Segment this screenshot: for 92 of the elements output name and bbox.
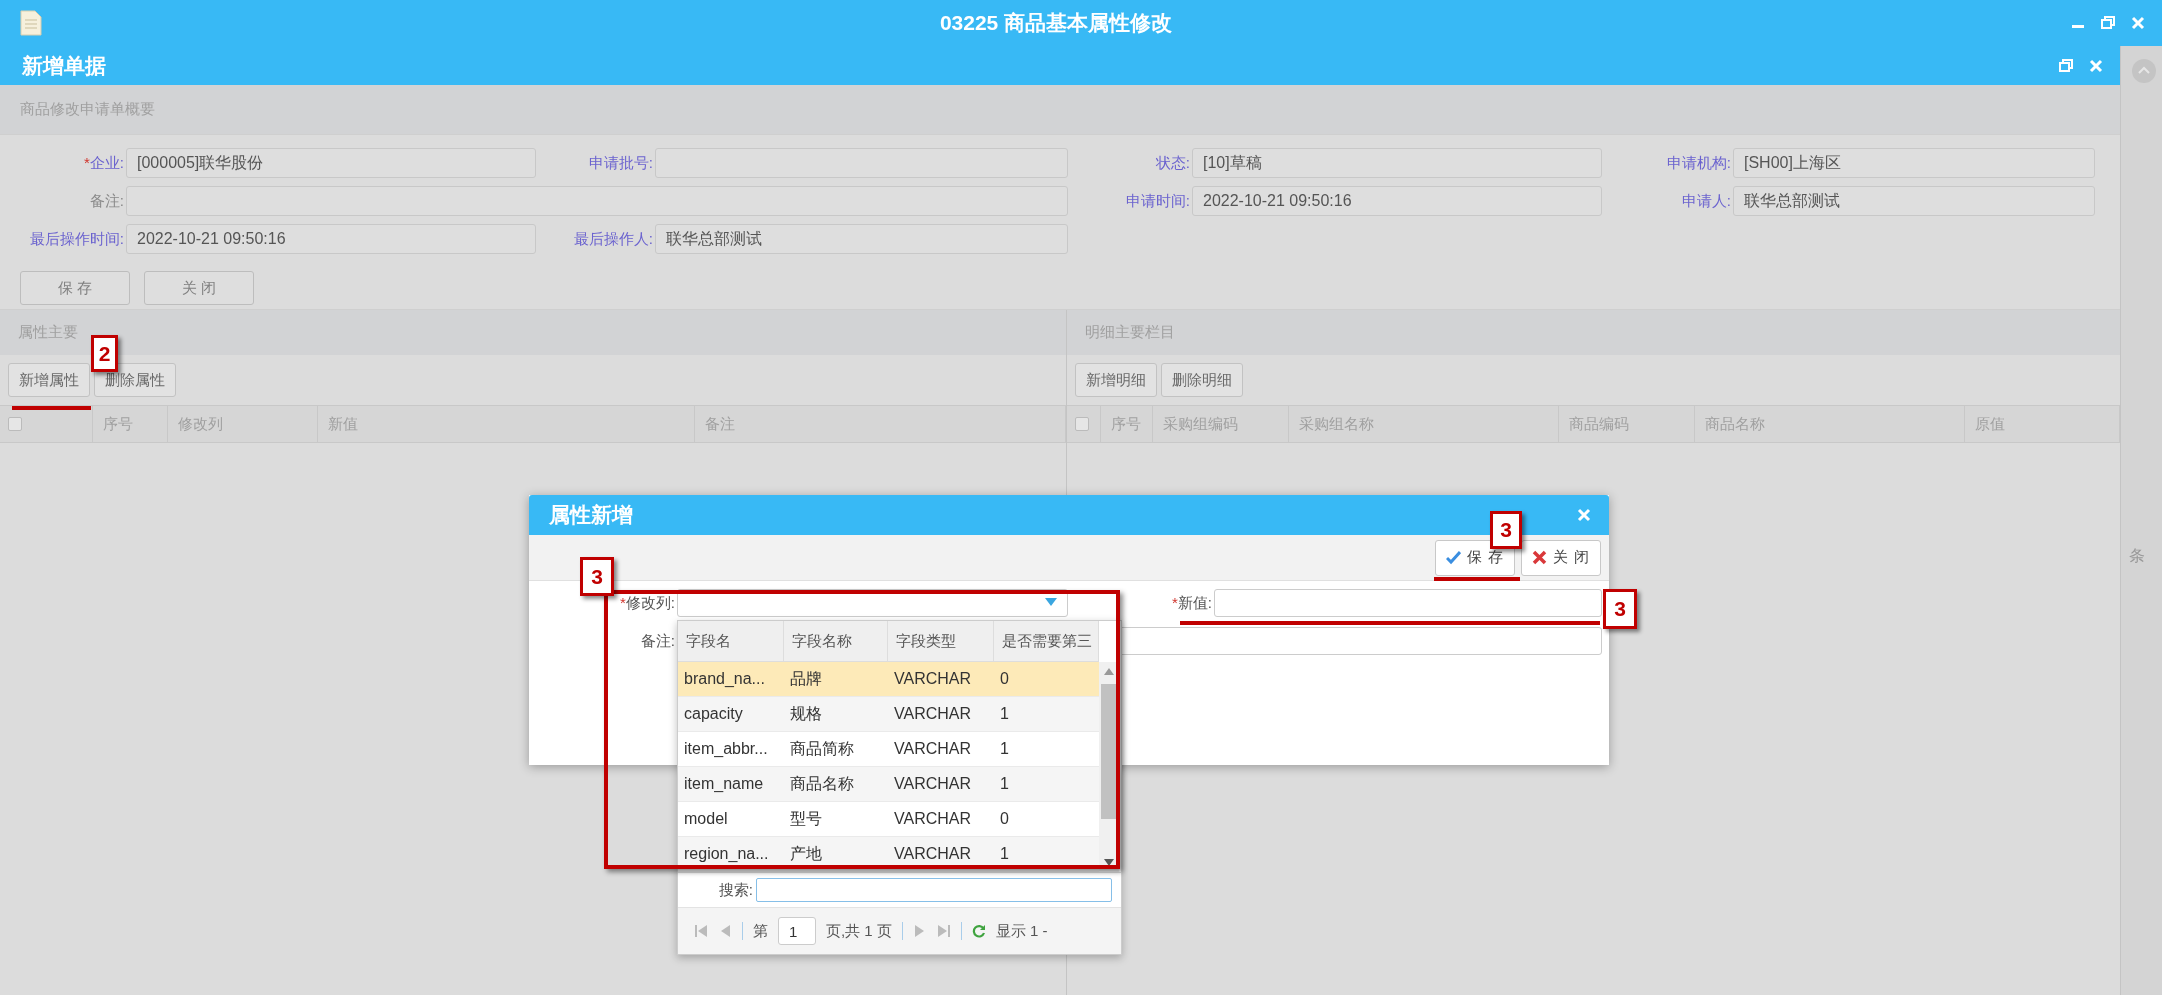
field-label: 最后操作时间: (28, 229, 124, 249)
toolbar-button[interactable]: 新增明细 (1075, 363, 1157, 397)
table-cell-text: 规格 (789, 703, 823, 724)
text-field[interactable]: [000005]联华股份 (126, 148, 536, 178)
table-cell-text: 品牌 (789, 668, 823, 689)
window-title: 03225 商品基本属性修改 (938, 10, 1174, 36)
document-title: 新增单据 (21, 52, 107, 79)
dialog-title: 属性新增 (548, 502, 634, 528)
select-all-checkbox[interactable] (8, 417, 22, 431)
side-label: 条 (2129, 546, 2145, 566)
close-button[interactable]: 关 闭 (144, 271, 254, 305)
list-row[interactable]: item_abbr... 商品简称 VARCHAR 1 (678, 732, 1099, 767)
field-label: 申请时间: (1124, 191, 1190, 211)
input-field[interactable] (1214, 589, 1602, 617)
close-icon[interactable] (1577, 508, 1591, 522)
table-cell-text: model (683, 810, 729, 828)
field-label: 备注: (88, 191, 124, 211)
step-marker: 2 (91, 335, 118, 372)
step-marker: 3 (1490, 511, 1522, 549)
page-count: 页,共 1 页 (826, 921, 892, 941)
table-cell-text: VARCHAR (893, 845, 973, 863)
table-cell-text: 0 (999, 670, 1010, 688)
field-label: 最后操作人: (572, 229, 653, 249)
close-button[interactable]: 关 闭 (1520, 539, 1601, 576)
check-icon (1445, 550, 1461, 565)
scroll-up-icon[interactable] (1104, 668, 1114, 675)
select-all-checkbox[interactable] (1075, 417, 1089, 431)
toolbar-button[interactable]: 删除明细 (1161, 363, 1243, 397)
caret-icon[interactable] (1045, 598, 1057, 606)
table-cell-text: capacity (683, 705, 744, 723)
table-cell-text: brand_na... (683, 670, 766, 688)
table-cell-text: 1 (999, 740, 1010, 758)
table-cell-text: 1 (999, 845, 1010, 863)
table-cell-text: region_na... (683, 845, 770, 863)
list-row[interactable]: item_name 商品名称 VARCHAR 1 (678, 767, 1099, 802)
list-row[interactable]: capacity 规格 VARCHAR 1 (678, 697, 1099, 732)
paging-summary: 显示 1 - (995, 921, 1048, 941)
table-cell-text: VARCHAR (893, 740, 973, 758)
table-cell-text: VARCHAR (893, 775, 973, 793)
text-field[interactable]: [10]草稿 (1192, 148, 1602, 178)
field-label: 申请批号: (587, 153, 653, 173)
column-header: 是否需要第三 (1002, 631, 1092, 651)
column-header: 字段类型 (896, 631, 956, 651)
column-header: 字段名称 (792, 631, 852, 651)
table-cell-text: 产地 (789, 843, 823, 864)
page-label: 第 (753, 921, 768, 941)
table-cell-text: 型号 (789, 808, 823, 829)
scroll-down-icon[interactable] (1104, 859, 1114, 866)
field-label: 申请机构: (1665, 153, 1731, 173)
table-cell-text: VARCHAR (893, 670, 973, 688)
field-label: *新值: (1171, 593, 1212, 613)
field-label: 备注: (639, 631, 675, 651)
document-icon (20, 10, 42, 36)
field-label: *企业: (83, 153, 124, 173)
x-icon (1531, 550, 1547, 565)
table-cell-text: item_abbr... (683, 740, 769, 758)
field-label: 状态: (1154, 153, 1190, 173)
circle-icon[interactable] (2131, 58, 2157, 84)
restore-icon[interactable] (2100, 15, 2116, 31)
text-field[interactable]: [SH00]上海区 (1733, 148, 2095, 178)
table-cell-text: 商品简称 (789, 738, 855, 759)
table-cell-text: 商品名称 (789, 773, 855, 794)
toolbar-button[interactable]: 新增属性 (8, 363, 90, 397)
field-label: *修改列: (619, 593, 675, 613)
table-cell-text: item_name (683, 775, 765, 793)
toolbar-button[interactable]: 删除属性 (94, 363, 176, 397)
close-icon[interactable] (2088, 57, 2104, 74)
first-page-icon[interactable] (694, 924, 708, 938)
step-marker: 3 (1603, 589, 1637, 629)
last-page-icon[interactable] (936, 924, 951, 938)
text-field[interactable]: 联华总部测试 (655, 224, 1068, 254)
list-row[interactable]: brand_na... 品牌 VARCHAR 0 (678, 662, 1099, 697)
page-field[interactable]: 1 (778, 917, 816, 945)
list-row[interactable]: model 型号 VARCHAR 0 (678, 802, 1099, 837)
table-cell-text: 1 (999, 775, 1010, 793)
search-field[interactable] (756, 878, 1112, 902)
field-label: 申请人: (1680, 191, 1731, 211)
restore-icon[interactable] (2058, 57, 2074, 74)
step-marker: 3 (580, 557, 614, 596)
table-cell-text: VARCHAR (893, 705, 973, 723)
table-cell-text: VARCHAR (893, 810, 973, 828)
save-button[interactable]: 保 存 (1434, 539, 1515, 576)
table-cell-text: 1 (999, 705, 1010, 723)
text-field[interactable]: 2022-10-21 09:50:16 (1192, 186, 1602, 216)
save-button[interactable]: 保 存 (20, 271, 130, 305)
refresh-icon[interactable] (971, 924, 986, 938)
table-cell-text: 0 (999, 810, 1010, 828)
text-field[interactable]: 2022-10-21 09:50:16 (126, 224, 536, 254)
column-header: 字段名 (686, 631, 731, 651)
text-field[interactable]: 联华总部测试 (1733, 186, 2095, 216)
search-label: 搜索: (717, 880, 753, 900)
close-icon[interactable] (2130, 15, 2146, 31)
